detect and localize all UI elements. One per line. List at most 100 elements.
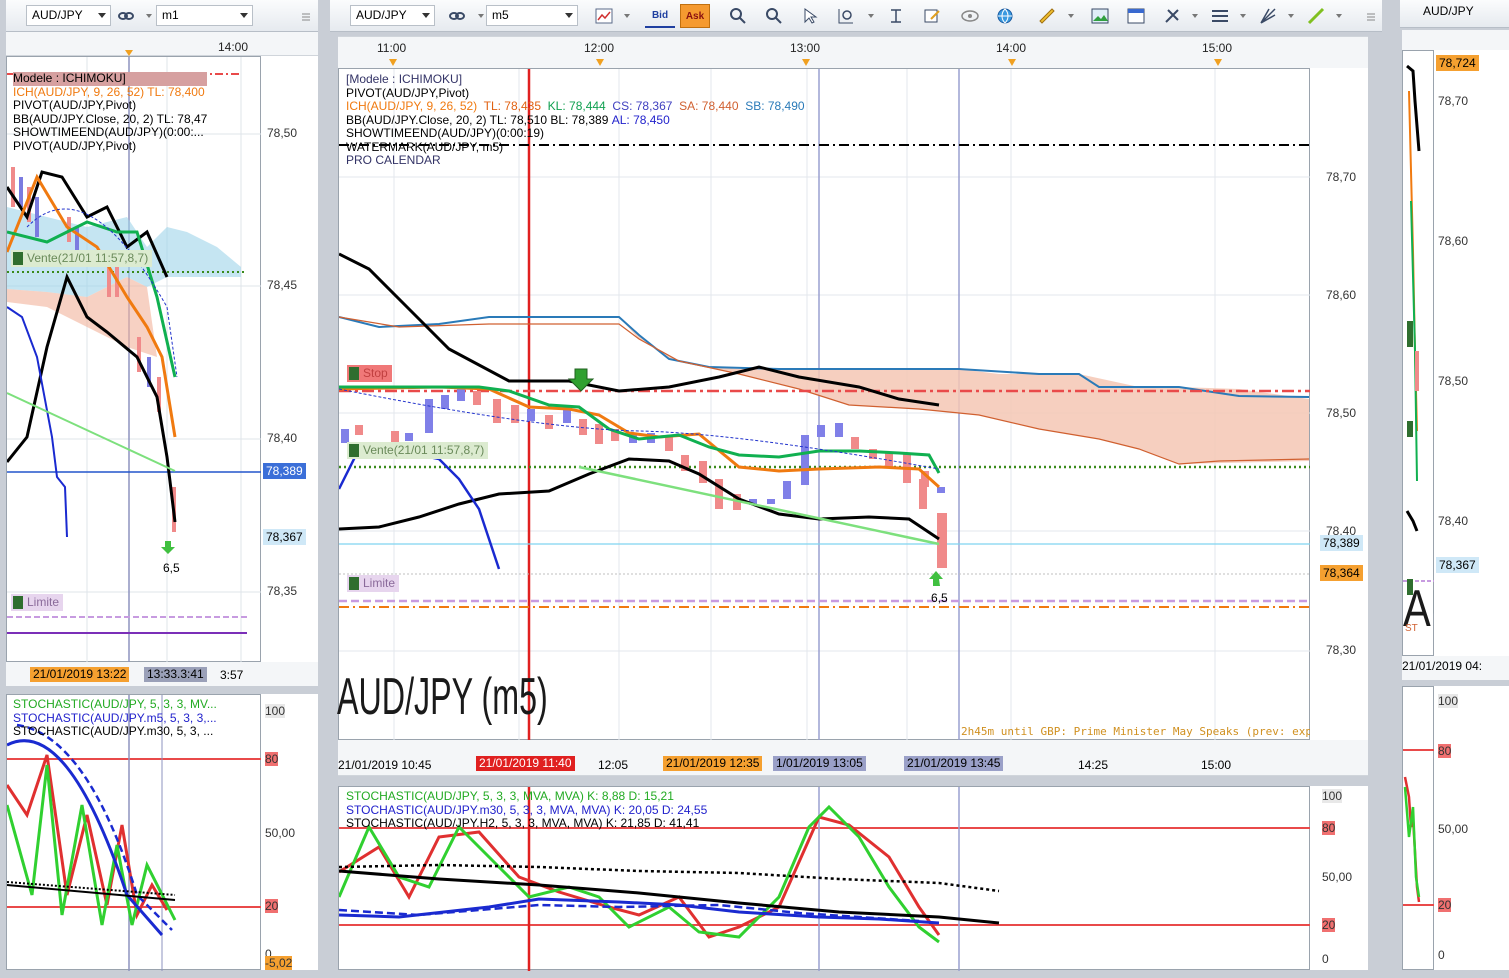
left-toolbar-menu-icon[interactable] bbox=[299, 4, 313, 27]
left-price-chart[interactable]: Modele : ICHIMOKU] ICH(AUD/JPY, 9, 26, 5… bbox=[6, 56, 262, 663]
main-price-chart[interactable]: [Modele : ICHIMOKU] PIVOT(AUD/JPY,Pivot)… bbox=[337, 68, 1332, 741]
tools-icon[interactable] bbox=[1160, 4, 1184, 27]
left-osc-legend-line: STOCHASTIC(AUD/JPY, 5, 3, 3, MV... bbox=[13, 697, 217, 711]
right-time-header bbox=[1402, 30, 1509, 50]
left-osc-axis: 100 80 50,00 20 0 -5,02 bbox=[261, 694, 318, 970]
main-osc-level: 20 bbox=[1322, 918, 1336, 932]
main-price-label: 78,30 bbox=[1326, 643, 1357, 657]
left-date-axis: 21/01/2019 13:22 13:33.3:41 3:57 bbox=[6, 662, 318, 686]
right-osc-level: 20 bbox=[1438, 898, 1452, 912]
main-osc-level: 0 bbox=[1322, 952, 1329, 966]
main-price-tag-orange: 78,364 bbox=[1320, 565, 1363, 581]
left-price-label: 78,40 bbox=[267, 431, 298, 445]
main-stochastic-chart[interactable]: STOCHASTIC(AUD/JPY, 5, 3, 3, MVA, MVA) K… bbox=[338, 786, 1311, 971]
ask-label: Ask bbox=[685, 11, 705, 22]
main-link-icon[interactable] bbox=[445, 4, 469, 27]
date-t3: 15:00 bbox=[1201, 758, 1232, 772]
main-limite-chip[interactable]: Limite bbox=[347, 575, 400, 592]
left-date-tag-grey: 13:33.3:41 bbox=[144, 667, 207, 682]
globe-icon[interactable] bbox=[993, 4, 1017, 27]
main-limite-label: Limite bbox=[363, 576, 396, 590]
right-osc-level: 80 bbox=[1438, 744, 1452, 758]
left-legend-line: ICH(AUD/JPY, 9, 26, 52) TL: 78,400 bbox=[13, 84, 205, 99]
main-osc-level: 50,00 bbox=[1322, 870, 1353, 884]
left-vente-chip[interactable]: Vente(21/01 11:57,8,7) bbox=[11, 250, 153, 267]
left-legend-line: BB(AUD/JPY.Close, 20, 2) TL: 78,47 bbox=[13, 111, 208, 126]
date-tag-grey: 1/01/2019 13:05 bbox=[773, 756, 866, 771]
left-toolbar: AUD/JPY m1 bbox=[6, 0, 318, 32]
left-osc-level: 50,00 bbox=[265, 826, 296, 840]
stop-label: Stop bbox=[363, 366, 388, 380]
right-date-label: 21/01/2019 04: bbox=[1402, 659, 1483, 673]
ich-sb: SB: 78,490 bbox=[745, 99, 805, 113]
ruler-icon[interactable] bbox=[1035, 4, 1059, 27]
main-vente-label: Vente(21/01 11:57,8,7) bbox=[363, 443, 485, 457]
eye-icon[interactable] bbox=[958, 4, 982, 27]
main-osc-legend-line: STOCHASTIC(AUD/JPY, 5, 3, 3, MVA, MVA) K… bbox=[346, 789, 674, 803]
bid-button[interactable]: Bid bbox=[645, 4, 675, 28]
stop-chip[interactable]: Stop bbox=[347, 365, 392, 382]
trendline-icon[interactable] bbox=[1304, 4, 1328, 27]
main-ich-line: ICH(AUD/JPY, 9, 26, 52) TL: 78,435 KL: 7… bbox=[346, 99, 805, 114]
zoom-out-icon[interactable] bbox=[762, 4, 786, 27]
date-t1: 12:05 bbox=[598, 758, 629, 772]
main-legend-line: SHOWTIMEEND(AUD/JPY)(0:00:19) bbox=[346, 126, 545, 140]
main-price-label: 78,70 bbox=[1326, 170, 1357, 184]
left-osc-level: -5,02 bbox=[265, 956, 293, 970]
right-price-tag-cyan: 78,367 bbox=[1436, 557, 1479, 573]
left-osc-legend-line: STOCHASTIC(AUD/JPY.m30, 5, 3, ... bbox=[13, 724, 214, 738]
window-icon[interactable] bbox=[1124, 4, 1148, 27]
right-price-label: 78,40 bbox=[1438, 514, 1469, 528]
left-price-axis: 78,50 78,45 78,40 78,35 78,389 78,367 bbox=[261, 56, 318, 662]
right-symbol-select[interactable]: AUD/JPY bbox=[1418, 2, 1508, 23]
left-price-label: 78,45 bbox=[267, 278, 298, 292]
right-price-tag-orange: 78,724 bbox=[1436, 55, 1479, 71]
indicator-icon[interactable] bbox=[884, 4, 908, 27]
right-price-label: 78,50 bbox=[1438, 374, 1469, 388]
lines-icon[interactable] bbox=[1208, 4, 1232, 27]
zoom-in-icon[interactable] bbox=[726, 4, 750, 27]
left-symbol-value: AUD/JPY bbox=[32, 8, 83, 22]
right-price-axis: 78,724 78,70 78,60 78,50 78,40 78,367 bbox=[1434, 50, 1509, 656]
right-stochastic-chart[interactable] bbox=[1402, 686, 1435, 970]
main-chart-window: AUD/JPY m5 Bid Ask 11:00 12:00 13:00 14:… bbox=[330, 0, 1382, 978]
left-date-tail: 3:57 bbox=[220, 668, 244, 682]
fan-icon[interactable] bbox=[1256, 4, 1280, 27]
right-osc-level: 50,00 bbox=[1438, 822, 1469, 836]
left-legend-line: PIVOT(AUD/JPY,Pivot) bbox=[13, 98, 137, 112]
left-osc-level: 20 bbox=[265, 899, 279, 913]
date-t2: 14:25 bbox=[1078, 758, 1109, 772]
left-stochastic-chart[interactable]: STOCHASTIC(AUD/JPY, 5, 3, 3, MV... STOCH… bbox=[6, 694, 262, 971]
ask-button[interactable]: Ask bbox=[680, 4, 710, 28]
left-legend-line: SHOWTIMEEND(AUD/JPY)(0:00:... bbox=[13, 125, 204, 139]
left-osc-legend: STOCHASTIC(AUD/JPY, 5, 3, 3, MV... STOCH… bbox=[13, 697, 217, 739]
left-timeframe-select[interactable]: m1 bbox=[156, 5, 253, 26]
main-toolbar: AUD/JPY m5 Bid Ask bbox=[330, 0, 1382, 32]
right-price-label: 78,70 bbox=[1438, 94, 1469, 108]
date-tag-grey: 21/01/2019 13:45 bbox=[904, 756, 1004, 771]
chart-type-icon[interactable] bbox=[592, 4, 616, 27]
left-symbol-select[interactable]: AUD/JPY bbox=[26, 5, 111, 26]
right-toolbar: AUD/JPY bbox=[1400, 0, 1509, 28]
main-price-label: 78,60 bbox=[1326, 288, 1357, 302]
main-legend-line: PRO CALENDAR bbox=[346, 153, 441, 167]
right-osc-level: 0 bbox=[1438, 948, 1445, 962]
left-link-icon[interactable] bbox=[114, 4, 138, 27]
ich-kl: KL: 78,444 bbox=[547, 99, 606, 113]
image-icon[interactable] bbox=[1088, 4, 1112, 27]
left-legend: Modele : ICHIMOKU] ICH(AUD/JPY, 9, 26, 5… bbox=[13, 71, 208, 153]
calendar-note: 2h45m until GBP: Prime Minister May Spea… bbox=[961, 725, 1332, 738]
zoom-area-icon[interactable] bbox=[834, 4, 858, 27]
cursor-icon[interactable] bbox=[798, 4, 822, 27]
main-vente-chip[interactable]: Vente(21/01 11:57,8,7) bbox=[347, 442, 489, 459]
main-symbol-select[interactable]: AUD/JPY bbox=[350, 5, 435, 26]
right-price-chart[interactable]: AUD ST bbox=[1402, 50, 1491, 656]
left-price-tag-cyan: 78,367 bbox=[263, 529, 306, 545]
draw-tool-icon[interactable] bbox=[920, 4, 944, 27]
main-time-header: 11:00 12:00 13:00 14:00 15:00 bbox=[338, 36, 1368, 68]
left-limite-chip[interactable]: Limite bbox=[11, 594, 64, 611]
date-tag-orange: 21/01/2019 12:35 bbox=[663, 756, 763, 771]
left-timeframe-value: m1 bbox=[162, 8, 179, 22]
main-timeframe-select[interactable]: m5 bbox=[486, 5, 578, 26]
main-toolbar-menu-icon[interactable] bbox=[1364, 4, 1378, 27]
